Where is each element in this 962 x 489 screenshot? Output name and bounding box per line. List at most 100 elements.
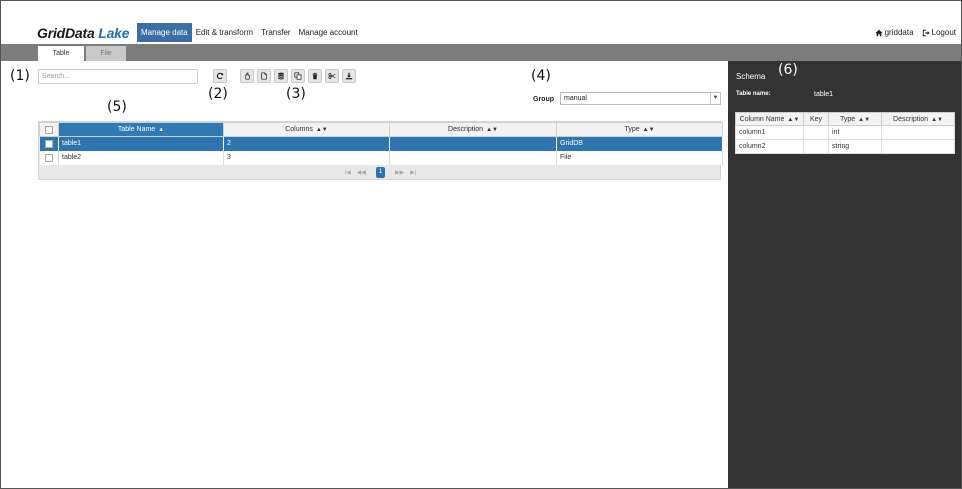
schema-header-type-label: Type (839, 115, 856, 123)
delete-button[interactable] (308, 69, 322, 83)
header-description-label: Description (448, 126, 484, 133)
schema-header-column-name[interactable]: Column Name ▲▼ (735, 112, 804, 126)
copy-button[interactable] (291, 69, 305, 83)
nav-manage-data[interactable]: Manage data (137, 23, 192, 42)
cell-description (389, 150, 557, 165)
cell-columns: 2 (223, 136, 390, 151)
select-button[interactable] (240, 69, 254, 83)
callout-2: (2) (208, 86, 228, 102)
logout-icon (922, 29, 930, 36)
group-select[interactable]: manual ▼ (560, 92, 721, 105)
table-row[interactable]: table2 3 File (39, 150, 723, 165)
schema-header-type[interactable]: Type ▲▼ (828, 112, 882, 126)
download-icon (345, 72, 353, 80)
copy-icon (294, 72, 302, 80)
tables-grid: Table Name ▲ Columns ▲▼ Description ▲▼ Type… (38, 121, 723, 180)
user-nav: griddata Logout (875, 28, 956, 37)
brand-main: GridData (37, 25, 95, 41)
nav-transfer[interactable]: Transfer (257, 23, 295, 42)
row-checkbox[interactable] (44, 153, 53, 162)
first-page-icon[interactable]: |◀ (345, 169, 351, 176)
sort-icon: ▲▼ (931, 116, 943, 123)
schema-header-row: Column Name ▲▼ Key Type ▲▼ Description ▲▼ (735, 112, 955, 126)
tab-file[interactable]: File (86, 46, 126, 61)
schema-row[interactable]: column2 string (735, 139, 955, 154)
main-content: Search... Group manual ▼ Table Name ▲ Co… (0, 61, 728, 489)
row-select-cell[interactable] (39, 136, 59, 151)
header-table-name-label: Table Name (117, 126, 156, 133)
refresh-button[interactable] (213, 69, 227, 83)
group-label: Group (533, 96, 554, 103)
row-select-cell[interactable] (39, 150, 59, 165)
schema-cell-key (803, 125, 829, 140)
tables-table: Table Name ▲ Columns ▲▼ Description ▲▼ Type… (39, 122, 723, 165)
user-link[interactable]: griddata (875, 28, 914, 37)
username: griddata (884, 28, 914, 37)
pagination: |◀ ◀◀ 1 ▶▶ ▶| (39, 165, 722, 179)
pointer-icon (245, 72, 251, 80)
scissors-icon (328, 72, 336, 80)
table-row[interactable]: table1 2 GridDB (39, 136, 723, 151)
schema-header-key-label: Key (809, 115, 823, 123)
schema-cell-description (881, 139, 955, 154)
select-all-cell[interactable] (39, 122, 59, 137)
logout-link[interactable]: Logout (922, 28, 956, 37)
database-button[interactable] (274, 69, 288, 83)
callout-1: (1) (10, 68, 30, 84)
schema-table: Column Name ▲▼ Key Type ▲▼ Description ▲▼ c… (735, 112, 955, 154)
header-description[interactable]: Description ▲▼ (389, 122, 557, 137)
header-columns-label: Columns (285, 126, 313, 133)
schema-panel: Schema Table name: table1 Column Name ▲▼ … (728, 61, 962, 489)
prev-page-icon[interactable]: ◀◀ (357, 169, 366, 176)
sort-icon: ▲▼ (642, 127, 655, 133)
header-type-label: Type (624, 126, 640, 133)
chevron-down-icon: ▼ (710, 93, 720, 104)
cut-button[interactable] (325, 69, 339, 83)
schema-header-column-name-label: Column Name (739, 115, 785, 123)
refresh-icon (216, 72, 224, 80)
schema-cell-type: string (828, 139, 882, 154)
search-input[interactable]: Search... (38, 69, 198, 84)
header-columns[interactable]: Columns ▲▼ (223, 122, 390, 137)
callout-4: (4) (531, 68, 551, 84)
schema-header-key: Key (803, 112, 829, 126)
header-type[interactable]: Type ▲▼ (556, 122, 723, 137)
cell-type: GridDB (556, 136, 723, 151)
schema-cell-column-name: column2 (735, 139, 804, 154)
sort-icon: ▲▼ (486, 127, 498, 133)
cell-table-name: table1 (58, 136, 224, 151)
select-all-checkbox[interactable] (45, 125, 53, 134)
table-header-row: Table Name ▲ Columns ▲▼ Description ▲▼ Type… (39, 122, 723, 137)
sort-icon: ▲▼ (858, 116, 871, 123)
cell-columns: 3 (223, 150, 390, 165)
nav-edit-transform[interactable]: Edit & transform (192, 23, 257, 42)
current-page[interactable]: 1 (376, 166, 385, 178)
callout-5: (5) (107, 99, 127, 115)
main-nav: Manage data Edit & transform Transfer Ma… (137, 23, 362, 42)
row-checkbox[interactable] (44, 139, 53, 148)
callout-6: (6) (778, 62, 798, 78)
schema-title: Schema (736, 72, 766, 81)
sort-asc-icon: ▲ (158, 127, 165, 133)
schema-cell-key (803, 139, 829, 154)
schema-header-description[interactable]: Description ▲▼ (881, 112, 955, 126)
group-select-value: manual (564, 95, 587, 102)
last-page-icon[interactable]: ▶| (410, 169, 416, 176)
schema-cell-type: int (828, 125, 882, 140)
trash-icon (312, 72, 318, 80)
new-table-button[interactable] (257, 69, 271, 83)
header-table-name[interactable]: Table Name ▲ (58, 122, 224, 137)
brand-accent: Lake (98, 25, 130, 41)
tab-table[interactable]: Table (38, 46, 84, 61)
nav-manage-account[interactable]: Manage account (295, 23, 362, 42)
table-name-value: table1 (814, 91, 834, 98)
top-bar: GridData Lake Manage data Edit & transfo… (0, 0, 962, 44)
schema-cell-column-name: column1 (735, 125, 804, 140)
download-button[interactable] (342, 69, 356, 83)
app-logo[interactable]: GridData Lake (37, 25, 130, 41)
new-file-icon (261, 72, 267, 80)
schema-row[interactable]: column1 int (735, 125, 955, 140)
next-page-icon[interactable]: ▶▶ (395, 169, 404, 176)
sort-icon: ▲▼ (787, 116, 800, 123)
cell-description (389, 136, 557, 151)
